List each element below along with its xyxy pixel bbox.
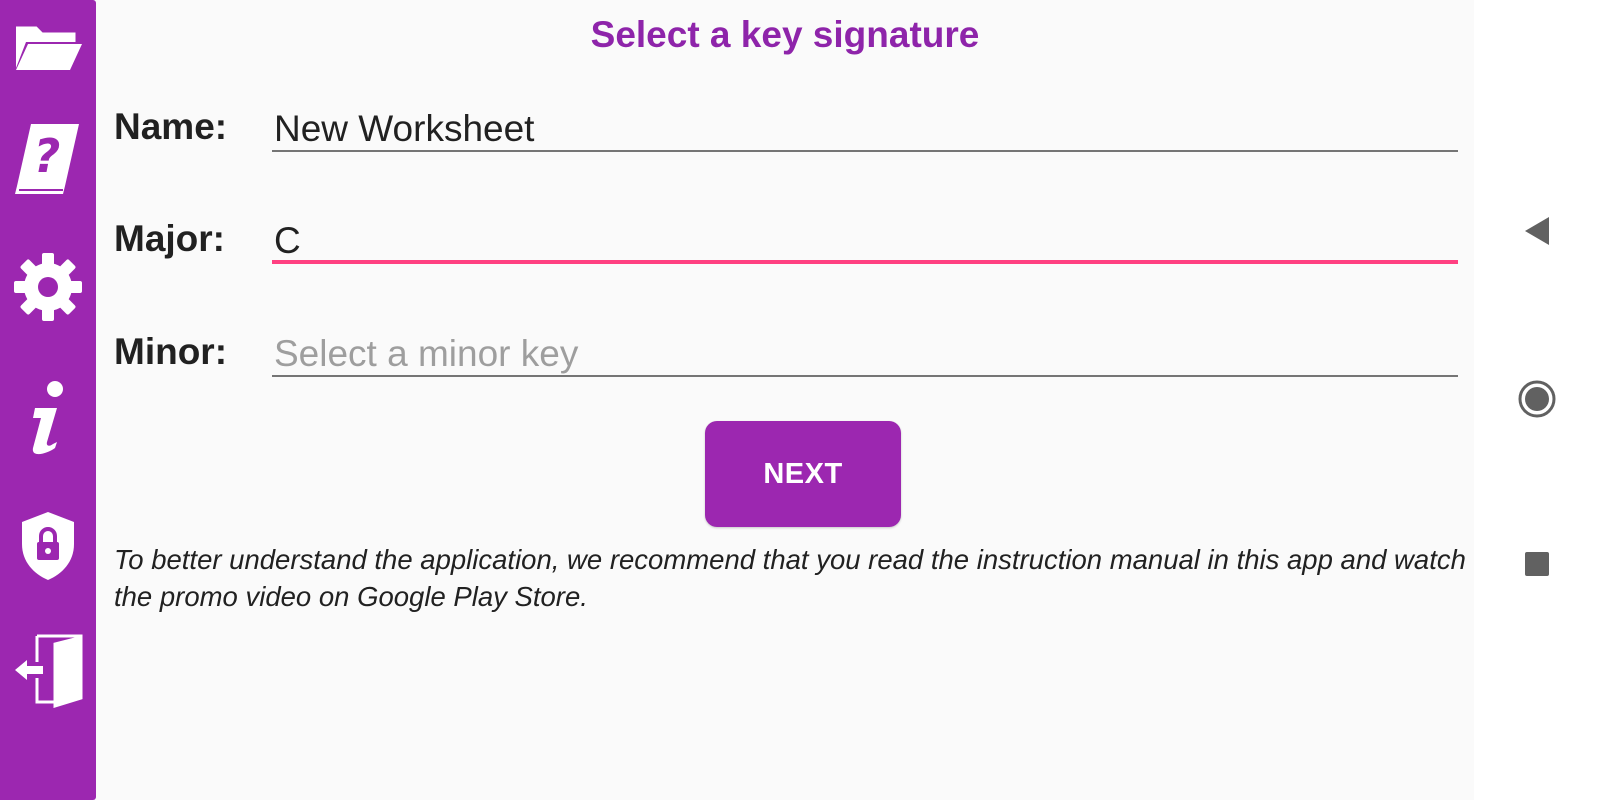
help-button[interactable]: ? xyxy=(0,112,96,208)
folder-open-icon xyxy=(12,22,84,74)
settings-button[interactable] xyxy=(0,239,96,335)
main-content: Select a key signature Name: New Workshe… xyxy=(96,0,1474,800)
gear-icon xyxy=(12,251,84,323)
next-button[interactable]: NEXT xyxy=(705,421,901,527)
privacy-button[interactable] xyxy=(0,498,96,594)
name-label: Name: xyxy=(114,106,228,147)
info-button[interactable] xyxy=(0,370,96,466)
sidebar: ? xyxy=(0,0,96,800)
home-icon xyxy=(1517,379,1557,424)
exit-button[interactable] xyxy=(0,622,96,718)
back-button[interactable] xyxy=(1474,203,1600,263)
major-field[interactable]: C xyxy=(272,218,1458,264)
minor-label: Minor: xyxy=(114,331,228,372)
svg-text:?: ? xyxy=(34,129,61,183)
recents-button[interactable] xyxy=(1474,536,1600,596)
minor-field[interactable]: Select a minor key xyxy=(272,331,1458,377)
major-label: Major: xyxy=(114,218,225,259)
page-title: Select a key signature xyxy=(590,14,980,55)
recents-icon xyxy=(1524,551,1550,582)
help-book-icon: ? xyxy=(11,118,85,202)
shield-lock-icon xyxy=(20,510,76,582)
info-icon xyxy=(23,380,73,456)
system-nav-bar xyxy=(1474,0,1600,800)
name-field[interactable]: New Worksheet xyxy=(272,106,1458,152)
exit-door-icon xyxy=(11,632,85,708)
home-button[interactable] xyxy=(1474,371,1600,431)
back-icon xyxy=(1523,216,1551,251)
instruction-note: To better understand the application, we… xyxy=(114,544,1466,612)
